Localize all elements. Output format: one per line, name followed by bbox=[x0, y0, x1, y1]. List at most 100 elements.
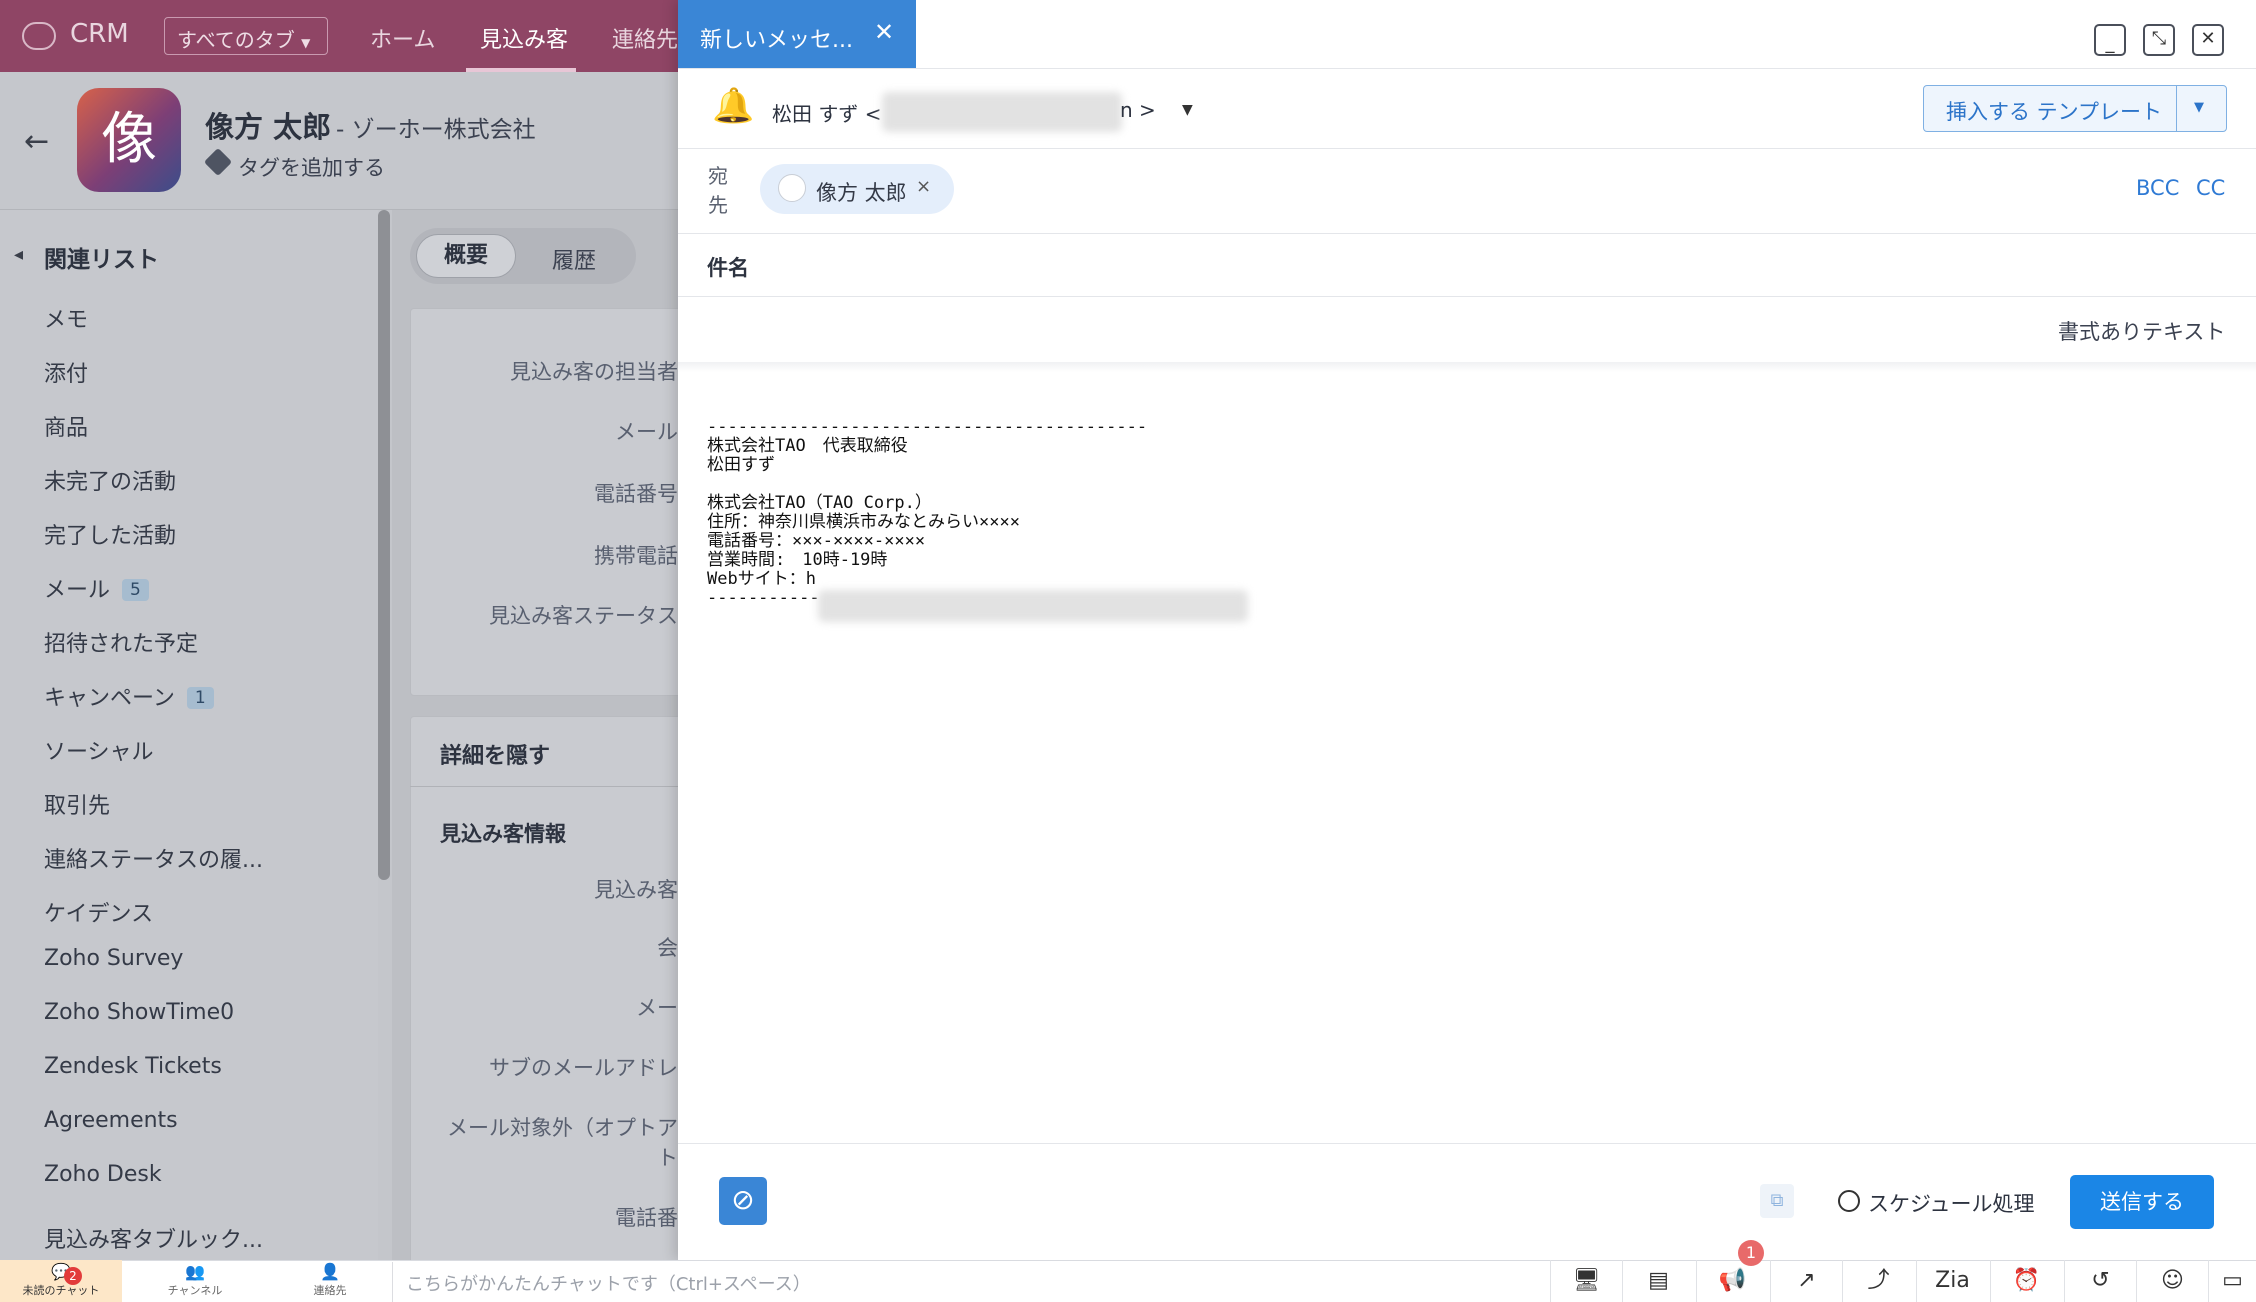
people-icon: 👥 bbox=[185, 1262, 205, 1281]
recipient-name: 像方 太郎 bbox=[816, 181, 907, 205]
unread-count-badge: 2 bbox=[64, 1267, 82, 1285]
insert-template-button[interactable]: 挿入する テンプレート ▼ bbox=[1923, 85, 2227, 132]
field-label: 会 bbox=[657, 936, 678, 960]
related-item-zoho-showtime[interactable]: Zoho ShowTime0 bbox=[44, 1000, 234, 1025]
to-label: 宛先 bbox=[708, 164, 728, 217]
sender-avatar-icon: 🔔 bbox=[712, 86, 755, 126]
alarm-icon[interactable]: ⏰ bbox=[1990, 1260, 2062, 1302]
zia-icon[interactable]: Zia bbox=[1916, 1260, 1988, 1302]
signature-line bbox=[707, 475, 1507, 494]
schedule-button[interactable]: スケジュール処理 bbox=[1868, 1188, 2035, 1218]
collapse-icon[interactable]: ⤡ bbox=[2143, 24, 2175, 56]
subject-label: 件名 bbox=[707, 256, 749, 280]
section-title-lead-info: 見込み客情報 bbox=[440, 822, 566, 846]
close-icon[interactable]: ✕ bbox=[2192, 24, 2224, 56]
person-icon: 👤 bbox=[320, 1262, 340, 1281]
field-label: サブのメールアドレ bbox=[489, 1056, 678, 1080]
all-tabs-dropdown[interactable]: すべてのタブ ▼ bbox=[164, 17, 328, 55]
related-item-label: メール bbox=[44, 578, 111, 603]
related-item-lead-lookup[interactable]: 見込み客タブルック... bbox=[44, 1222, 263, 1254]
field-label: 見込み客 bbox=[594, 878, 678, 902]
related-item-products[interactable]: 商品 bbox=[44, 410, 88, 442]
contacts-button[interactable]: 👤 連絡先 bbox=[290, 1262, 370, 1298]
from-name: 松田 すず < bbox=[772, 102, 882, 126]
screen-share-icon[interactable]: 🖥 bbox=[1550, 1260, 1622, 1302]
channels-button[interactable]: 👥 チャンネル bbox=[150, 1262, 240, 1298]
contacts-label: 連絡先 bbox=[313, 1284, 347, 1297]
unread-chats-button[interactable]: 💬 未読のチャット 2 bbox=[0, 1260, 122, 1302]
bcc-link[interactable]: BCC bbox=[2136, 176, 2179, 200]
divider bbox=[678, 296, 2256, 297]
tab-overview[interactable]: 概要 bbox=[416, 234, 516, 278]
field-label: メール対象外（オプトア bbox=[447, 1116, 678, 1140]
related-item-social[interactable]: ソーシャル bbox=[44, 734, 154, 766]
record-card-icon[interactable]: ▤ bbox=[1622, 1260, 1694, 1302]
attachment-icon[interactable]: ⊘ bbox=[719, 1177, 767, 1225]
message-body[interactable]: ----------------------------------------… bbox=[707, 418, 1507, 608]
signature-line: 営業時間: 10時-19時 bbox=[707, 550, 888, 570]
megaphone-icon[interactable]: 📢 bbox=[1696, 1260, 1768, 1302]
close-tab-icon[interactable]: ✕ bbox=[874, 18, 894, 46]
divider bbox=[678, 1143, 2256, 1144]
format-toggle[interactable]: 書式ありテキスト bbox=[2058, 316, 2225, 346]
from-suffix: n > bbox=[1120, 98, 1156, 122]
composer-tab-title: 新しいメッセ... bbox=[700, 28, 853, 53]
translate-icon[interactable]: ⧉ bbox=[1760, 1184, 1794, 1218]
signature-line: 電話番号：×××-××××-×××× bbox=[707, 531, 926, 551]
nav-tab-contacts[interactable]: 連絡先 bbox=[612, 22, 678, 54]
add-tag-link[interactable]: タグを追加する bbox=[238, 152, 385, 182]
field-label-phone: 電話番号 bbox=[594, 482, 678, 506]
related-item-memo[interactable]: メモ bbox=[44, 302, 88, 334]
from-dropdown-chevron-icon[interactable]: ▼ bbox=[1182, 102, 1193, 118]
channels-label: チャンネル bbox=[167, 1284, 223, 1297]
nav-tab-leads[interactable]: 見込み客 bbox=[480, 22, 568, 54]
field-label-owner: 見込み客の担当者 bbox=[510, 360, 678, 384]
remove-recipient-icon[interactable]: × bbox=[916, 176, 931, 197]
chat-window-icon[interactable]: ▭ bbox=[2208, 1260, 2256, 1302]
related-item-open-activities[interactable]: 未完了の活動 bbox=[44, 464, 176, 496]
tab-history[interactable]: 履歴 bbox=[552, 243, 596, 275]
signature-line: 株式会社TAO 代表取締役 bbox=[707, 436, 908, 456]
record-name: 像方 太郎 bbox=[205, 110, 332, 144]
subject-input[interactable] bbox=[780, 240, 2220, 290]
chevron-down-icon: ▼ bbox=[301, 36, 311, 50]
analytics-icon[interactable]: ↗ bbox=[1770, 1260, 1842, 1302]
related-item-accounts[interactable]: 取引先 bbox=[44, 788, 110, 820]
back-arrow-icon[interactable]: ← bbox=[24, 124, 49, 159]
send-button[interactable]: 送信する bbox=[2070, 1175, 2214, 1229]
related-item-zoho-desk[interactable]: Zoho Desk bbox=[44, 1162, 162, 1187]
minimize-icon[interactable]: _ bbox=[2094, 24, 2126, 56]
nav-tab-home[interactable]: ホーム bbox=[370, 22, 435, 54]
collapse-panel-icon[interactable]: ◂ bbox=[14, 244, 23, 265]
field-label: 電話番 bbox=[615, 1206, 678, 1230]
chevron-down-icon[interactable]: ▼ bbox=[2194, 100, 2204, 115]
related-item-mail[interactable]: メール 5 bbox=[44, 572, 149, 604]
related-item-cadences[interactable]: ケイデンス bbox=[44, 896, 153, 928]
related-item-invited-events[interactable]: 招待された予定 bbox=[44, 626, 198, 658]
related-item-campaigns[interactable]: キャンペーン 1 bbox=[44, 680, 214, 712]
divider bbox=[678, 148, 2256, 149]
related-item-zendesk[interactable]: Zendesk Tickets bbox=[44, 1054, 222, 1079]
sidebar-scrollbar[interactable] bbox=[378, 210, 390, 880]
workflow-icon[interactable]: ⤴ bbox=[1842, 1260, 1914, 1302]
related-list-title: 関連リスト bbox=[44, 247, 159, 273]
count-badge: 5 bbox=[122, 579, 149, 601]
chat-input[interactable]: こちらがかんたんチャットです（Ctrl+スペース） bbox=[406, 1270, 811, 1296]
related-item-closed-activities[interactable]: 完了した活動 bbox=[44, 518, 176, 550]
history-icon[interactable]: ↺ bbox=[2064, 1260, 2136, 1302]
recipient-chip[interactable]: 像方 太郎 × bbox=[760, 164, 954, 214]
cc-link[interactable]: CC bbox=[2196, 176, 2225, 200]
redacted-email bbox=[882, 92, 1122, 132]
notification-badge: 1 bbox=[1738, 1240, 1764, 1266]
related-item-zoho-survey[interactable]: Zoho Survey bbox=[44, 946, 183, 971]
accessibility-icon[interactable]: ☺ bbox=[2136, 1260, 2208, 1302]
related-item-attachments[interactable]: 添付 bbox=[44, 356, 88, 388]
related-item-agreements[interactable]: Agreements bbox=[44, 1108, 178, 1133]
field-label-mobile: 携帯電話 bbox=[594, 544, 678, 568]
signature-line: Webサイト：h bbox=[707, 569, 816, 589]
hide-details-link[interactable]: 詳細を隠す bbox=[440, 738, 550, 770]
divider bbox=[678, 68, 2256, 69]
redacted-url bbox=[818, 590, 1248, 622]
related-item-label: キャンペーン bbox=[44, 686, 175, 711]
related-item-status-history[interactable]: 連絡ステータスの履... bbox=[44, 842, 263, 874]
